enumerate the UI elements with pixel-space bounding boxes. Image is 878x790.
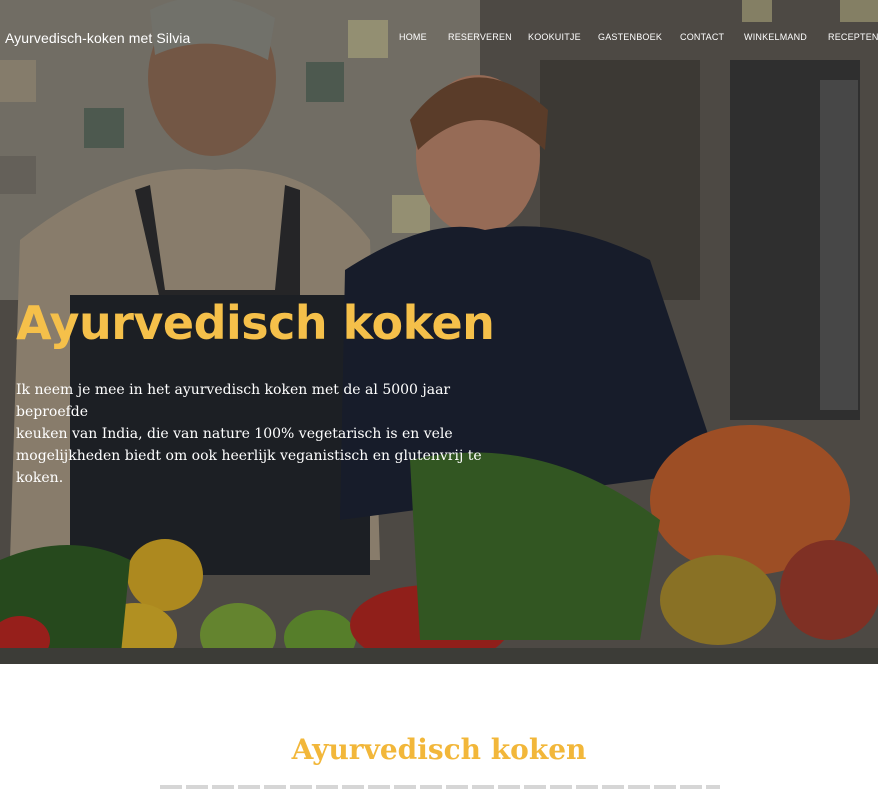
hero-intro-line: mogelijkheden biedt om ook heerlijk vega… <box>16 448 482 486</box>
nav-reserveren[interactable]: RESERVEREN <box>448 32 512 42</box>
section-intro-text-cut-off <box>160 785 720 789</box>
nav-winkelmand[interactable]: WINKELMAND <box>744 32 807 42</box>
hero-intro-line: Ik neem je mee in het ayurvedisch koken … <box>16 382 451 420</box>
hero-title: Ayurvedisch koken <box>16 296 495 350</box>
nav-recepten[interactable]: RECEPTEN <box>828 32 878 42</box>
hero-intro-text: Ik neem je mee in het ayurvedisch koken … <box>16 379 516 489</box>
nav-home[interactable]: HOME <box>399 32 427 42</box>
nav-gastenboek[interactable]: GASTENBOEK <box>598 32 662 42</box>
main-navigation: HOME RESERVEREN KOOKUITJE GASTENBOEK CON… <box>0 32 878 46</box>
nav-contact[interactable]: CONTACT <box>680 32 724 42</box>
nav-kookuitje[interactable]: KOOKUITJE <box>528 32 581 42</box>
section-title: Ayurvedisch koken <box>291 733 587 766</box>
hero-intro-line: keuken van India, die van nature 100% ve… <box>16 426 453 442</box>
